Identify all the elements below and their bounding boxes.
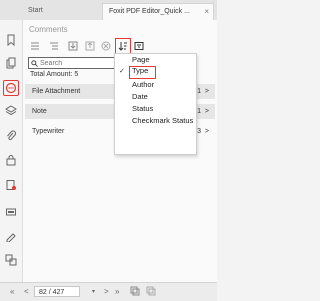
first-page-button[interactable]: « (10, 286, 14, 298)
compare-icon[interactable] (4, 253, 18, 267)
bookmark-icon[interactable] (4, 33, 18, 47)
page-dropdown-icon[interactable]: ▾ (92, 286, 95, 298)
search-input[interactable] (40, 59, 110, 67)
search-box[interactable] (28, 57, 120, 69)
check-icon: ✓ (119, 68, 125, 75)
tab-document[interactable]: Foxit PDF Editor_Quick ... × (102, 3, 214, 20)
list-item-count: 3 (197, 128, 201, 135)
chevron-right-icon[interactable]: > (205, 104, 209, 119)
previous-page-button[interactable]: < (24, 286, 29, 298)
sort-option-author[interactable]: Author (132, 80, 154, 89)
sort-option-date[interactable]: Date (132, 92, 148, 101)
total-amount: Total Amount: 5 (30, 71, 79, 78)
attachment-icon[interactable] (4, 129, 18, 143)
tab-document-label: Foxit PDF Editor_Quick ... (109, 8, 190, 15)
comments-icon[interactable] (3, 80, 19, 96)
export-icon[interactable] (84, 40, 96, 52)
sort-option-checkmark-status[interactable]: Checkmark Status (132, 116, 193, 125)
tab-bar: Start Foxit PDF Editor_Quick ... × (0, 0, 217, 21)
navigation-bar: « < 82 / 427 ▾ > » (0, 282, 217, 301)
expand-all-icon[interactable] (29, 40, 41, 52)
list-item-count: 1 (197, 108, 201, 115)
previous-view-icon[interactable] (130, 286, 140, 298)
sort-option-status[interactable]: Status (132, 104, 153, 113)
close-icon[interactable]: × (204, 4, 209, 20)
delete-icon[interactable] (100, 40, 112, 52)
sort-option-type-row[interactable]: ✓ Type (115, 66, 196, 79)
pages-icon[interactable] (4, 56, 18, 70)
next-view-icon[interactable] (146, 286, 156, 298)
tab-start[interactable]: Start (22, 3, 102, 20)
sort-icon[interactable] (115, 38, 131, 54)
list-item-label: File Attachment (32, 88, 81, 95)
security-icon[interactable] (4, 153, 18, 167)
left-toolbar (0, 20, 23, 282)
search-icon (31, 59, 38, 67)
list-item-count: 1 (197, 88, 201, 95)
last-page-button[interactable]: » (115, 286, 119, 298)
list-item-label: Typewriter (32, 128, 65, 135)
list-item-label: Note (32, 108, 47, 115)
signature-icon[interactable] (4, 178, 18, 192)
filter-icon[interactable] (133, 40, 145, 52)
edit-tools-icon[interactable] (4, 229, 18, 243)
fields-icon[interactable] (4, 205, 18, 219)
chevron-right-icon[interactable]: > (205, 84, 209, 99)
import-icon[interactable] (67, 40, 79, 52)
next-page-button[interactable]: > (104, 286, 109, 298)
chevron-right-icon[interactable]: > (205, 124, 209, 139)
sort-option-page[interactable]: Page (132, 55, 150, 64)
page-number-input[interactable]: 82 / 427 (34, 286, 80, 297)
sort-menu: Page ✓ Type Author Date Status Checkmark… (114, 53, 197, 155)
sort-option-type[interactable]: Type (132, 66, 148, 75)
layers-icon[interactable] (4, 104, 18, 118)
collapse-all-icon[interactable] (48, 40, 60, 52)
panel-title: Comments (29, 25, 68, 34)
